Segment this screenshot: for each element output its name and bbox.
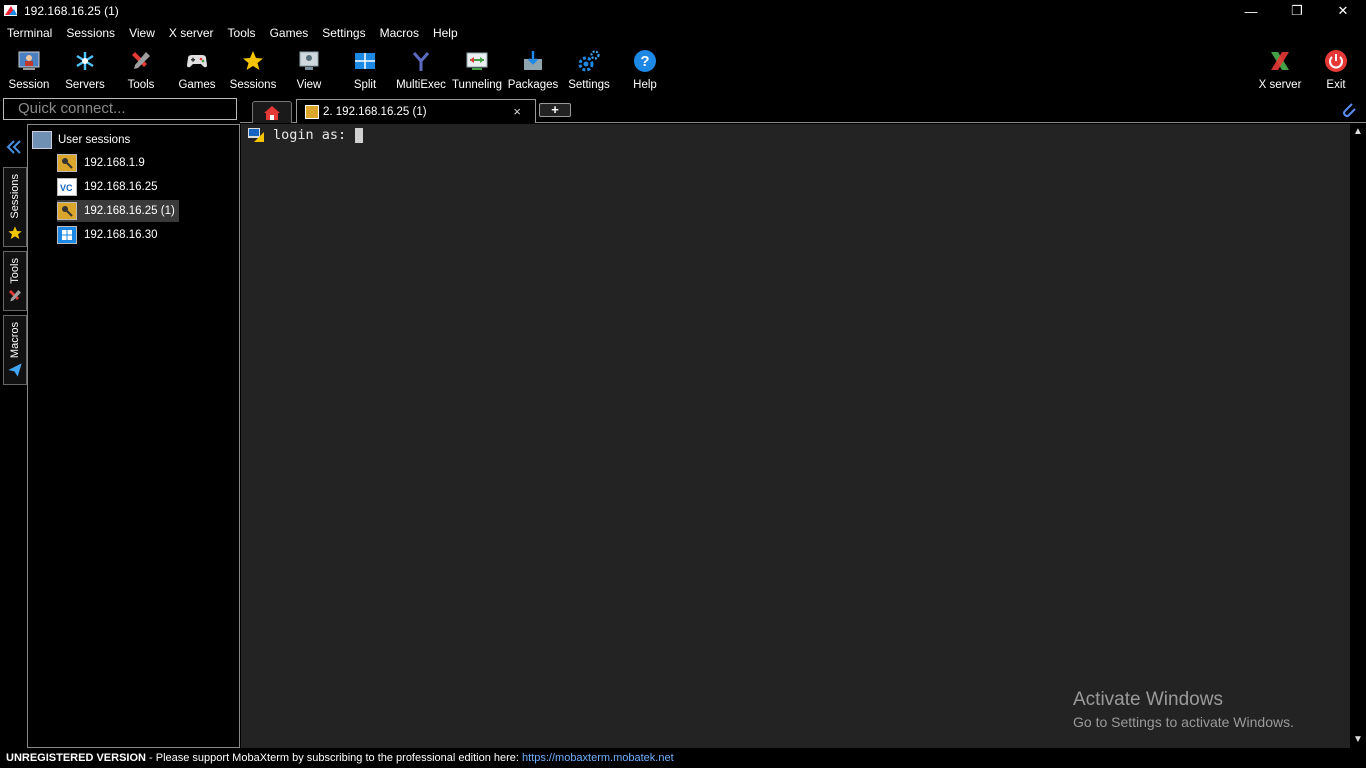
menu-help[interactable]: Help	[426, 22, 465, 44]
terminal-area[interactable]: login as:	[241, 124, 1350, 748]
ssh-key-icon	[57, 202, 77, 220]
menu-sessions[interactable]: Sessions	[59, 22, 122, 44]
paper-plane-icon	[8, 363, 22, 377]
tunneling-button[interactable]: Tunneling	[449, 44, 505, 96]
side-tab-tools[interactable]: Tools	[3, 251, 27, 311]
user-sessions-folder[interactable]: User sessions	[32, 131, 130, 149]
user-folder-icon	[32, 131, 52, 149]
multiexec-button[interactable]: MultiExec	[393, 44, 449, 96]
split-icon	[351, 47, 379, 75]
star-icon	[239, 47, 267, 75]
session-item[interactable]: 192.168.1.9	[57, 152, 149, 174]
home-tab[interactable]	[252, 101, 292, 123]
quick-connect-input[interactable]: Quick connect...	[3, 98, 237, 120]
rdp-windows-icon	[57, 226, 77, 244]
session-item[interactable]: 192.168.16.30	[57, 224, 162, 246]
putty-icon	[248, 128, 264, 142]
gear-icon	[575, 47, 603, 75]
new-tab-button[interactable]: +	[539, 103, 571, 117]
login-prompt: login as:	[273, 127, 347, 143]
tools-icon	[127, 47, 155, 75]
menu-xserver[interactable]: X server	[162, 22, 221, 44]
toolbar: Session Servers Tools Games Sessions Vie…	[0, 44, 1366, 96]
ssh-key-icon	[57, 154, 77, 172]
menu-terminal[interactable]: Terminal	[0, 22, 59, 44]
session-item[interactable]: 192.168.16.25 (1)	[57, 200, 179, 222]
tab-session-192-168-16-25-1[interactable]: 2. 192.168.16.25 (1) ×	[296, 99, 536, 123]
svg-text:VC: VC	[60, 183, 73, 193]
terminal-prompt-line: login as:	[248, 127, 364, 143]
menu-settings[interactable]: Settings	[315, 22, 372, 44]
power-icon	[1322, 47, 1350, 75]
xserver-icon	[1266, 47, 1294, 75]
paperclip-icon[interactable]	[1340, 101, 1358, 119]
side-tab-column: Sessions Tools Macros	[0, 123, 28, 749]
tools-button[interactable]: Tools	[113, 44, 169, 96]
mobaxterm-app-icon	[3, 3, 19, 19]
split-button[interactable]: Split	[337, 44, 393, 96]
servers-button[interactable]: Servers	[57, 44, 113, 96]
restore-button[interactable]: ❐	[1274, 0, 1320, 22]
collapse-sidebar-icon[interactable]	[6, 139, 22, 158]
view-button[interactable]: View	[281, 44, 337, 96]
star-icon	[8, 225, 22, 239]
ssh-key-icon	[305, 104, 319, 119]
activate-windows-watermark: Activate Windows Go to Settings to activ…	[1073, 689, 1294, 730]
tab-label: 2. 192.168.16.25 (1)	[323, 105, 427, 118]
packages-button[interactable]: Packages	[505, 44, 561, 96]
tunneling-icon	[463, 47, 491, 75]
sessions-panel: User sessions 192.168.1.9 VC 192.168.16.…	[27, 124, 240, 748]
servers-icon	[71, 47, 99, 75]
multiexec-icon	[407, 47, 435, 75]
status-message: - Please support MobaXterm by subscribin…	[145, 752, 523, 764]
svg-text:?: ?	[640, 53, 649, 70]
terminal-cursor	[355, 127, 364, 143]
window-title: 192.168.16.25 (1)	[24, 4, 119, 18]
xserver-button[interactable]: X server	[1252, 44, 1308, 96]
terminal-scrollbar[interactable]: ▲ ▼	[1350, 124, 1366, 748]
gamepad-icon	[183, 47, 211, 75]
scroll-down-icon[interactable]: ▼	[1353, 734, 1363, 745]
menu-bar: Terminal Sessions View X server Tools Ga…	[0, 22, 1366, 44]
status-bar: UNREGISTERED VERSION - Please support Mo…	[0, 749, 1366, 768]
exit-button[interactable]: Exit	[1308, 44, 1364, 96]
minimize-button[interactable]: —	[1228, 0, 1274, 22]
session-icon	[15, 47, 43, 75]
sessions-button[interactable]: Sessions	[225, 44, 281, 96]
side-tab-sessions[interactable]: Sessions	[3, 167, 27, 247]
scroll-up-icon[interactable]: ▲	[1353, 126, 1363, 137]
packages-icon	[519, 47, 547, 75]
tab-close-icon[interactable]: ×	[513, 104, 521, 119]
menu-macros[interactable]: Macros	[373, 22, 426, 44]
menu-games[interactable]: Games	[263, 22, 316, 44]
menu-view[interactable]: View	[122, 22, 162, 44]
help-button[interactable]: ? Help	[617, 44, 673, 96]
session-button[interactable]: Session	[1, 44, 57, 96]
mobatek-link[interactable]: https://mobaxterm.mobatek.net	[522, 752, 674, 764]
home-icon	[264, 105, 280, 120]
view-icon	[295, 47, 323, 75]
settings-button[interactable]: Settings	[561, 44, 617, 96]
title-bar: 192.168.16.25 (1) — ❐ ✕	[0, 0, 1366, 22]
tools-icon	[9, 289, 21, 302]
help-icon: ?	[631, 47, 659, 75]
tab-strip: 2. 192.168.16.25 (1) × +	[240, 97, 1366, 123]
session-item[interactable]: VC 192.168.16.25	[57, 176, 162, 198]
close-window-button[interactable]: ✕	[1320, 0, 1366, 22]
unregistered-label: UNREGISTERED VERSION	[6, 752, 146, 764]
games-button[interactable]: Games	[169, 44, 225, 96]
side-tab-macros[interactable]: Macros	[3, 315, 27, 385]
vnc-icon: VC	[57, 178, 77, 196]
menu-tools[interactable]: Tools	[221, 22, 263, 44]
